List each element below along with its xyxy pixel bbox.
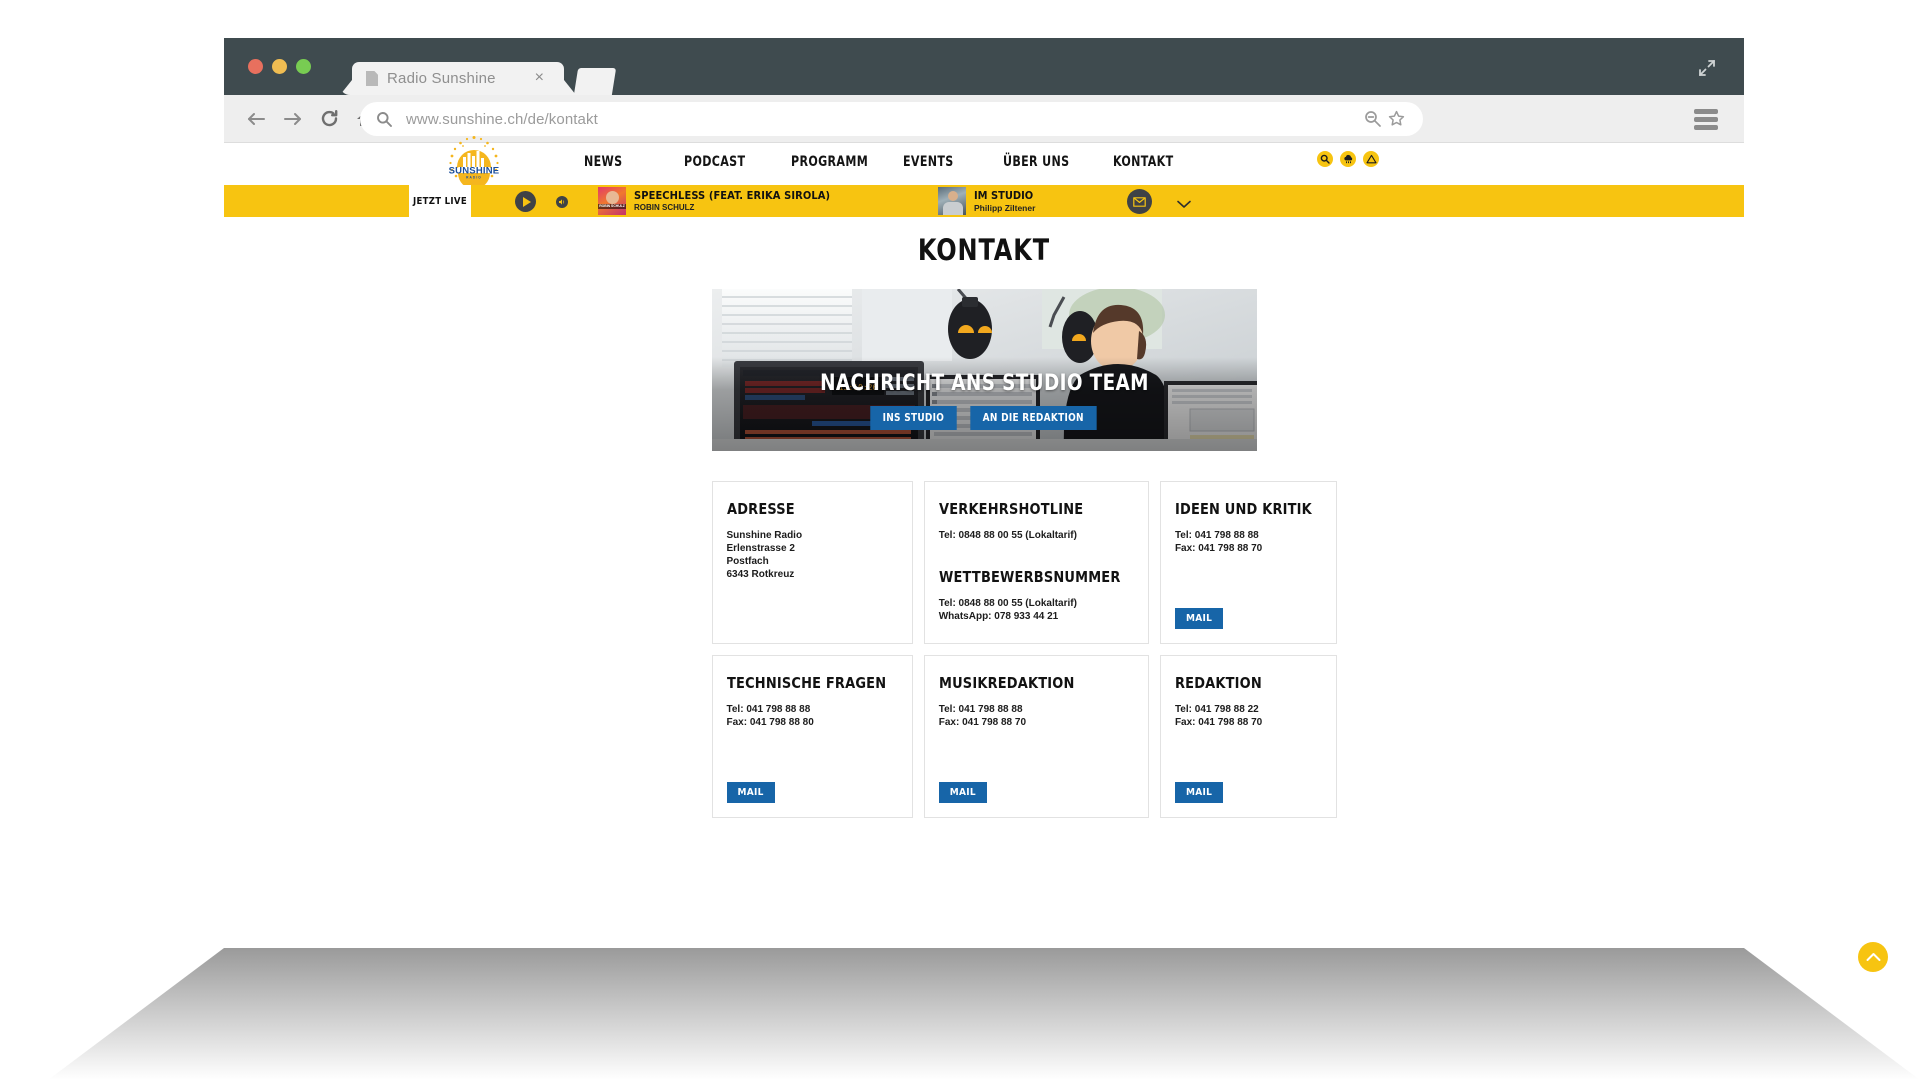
card-line: WhatsApp: 078 933 44 21 bbox=[938, 611, 1059, 622]
card-heading: TECHNISCHE FRAGEN bbox=[726, 674, 886, 692]
hamburger-menu-icon[interactable] bbox=[1694, 109, 1718, 130]
search-icon bbox=[377, 112, 392, 127]
tab-title: Radio Sunshine bbox=[387, 70, 496, 87]
search-icon[interactable] bbox=[1317, 151, 1333, 167]
nav-item-programm[interactable]: PROGRAMM bbox=[791, 154, 886, 170]
card-body: Tel: 0848 88 00 55 (Lokaltarif) bbox=[939, 529, 1134, 542]
now-playing-info: SPEECHLESS (FEAT. ERIKA SIROLA) ROBIN SC… bbox=[634, 189, 830, 212]
mail-button[interactable]: MAIL bbox=[1174, 782, 1224, 803]
mute-button[interactable] bbox=[556, 196, 568, 208]
card-line: Fax: 041 798 88 70 bbox=[1174, 717, 1263, 728]
card-body: Tel: 041 798 88 88 Fax: 041 798 88 70 bbox=[939, 703, 1134, 729]
album-cover-art: ROBIN SCHULZ bbox=[598, 187, 626, 215]
browser-window: Radio Sunshine × www.sunshine.ch/de/kont… bbox=[224, 38, 1744, 948]
jetzt-live-label: JETZT LIVE bbox=[409, 185, 471, 217]
contact-card-adresse: ADRESSE Sunshine Radio Erlenstrasse 2 Po… bbox=[711, 481, 913, 644]
mail-button[interactable]: MAIL bbox=[938, 782, 987, 803]
nav-item-news[interactable]: NEWS bbox=[584, 154, 669, 170]
nav-item-kontakt[interactable]: KONTAKT bbox=[1113, 154, 1173, 170]
card-heading-secondary: WETTBEWERBSNUMMER bbox=[938, 568, 1121, 586]
minimize-window-button[interactable] bbox=[272, 59, 287, 74]
card-line: Sunshine Radio bbox=[726, 530, 803, 541]
url-text: www.sunshine.ch/de/kontakt bbox=[406, 110, 598, 128]
track-artist: ROBIN SCHULZ bbox=[634, 203, 695, 212]
card-line: Tel: 041 798 88 88 bbox=[938, 704, 1023, 715]
weather-cloud-icon[interactable] bbox=[1340, 151, 1356, 167]
mail-button[interactable] bbox=[1127, 189, 1152, 214]
nav-item-ueber-uns[interactable]: ÜBER UNS bbox=[1003, 154, 1097, 170]
mail-button[interactable]: MAIL bbox=[726, 782, 775, 803]
mail-button[interactable]: MAIL bbox=[1174, 608, 1224, 629]
ins-studio-button[interactable]: INS STUDIO bbox=[870, 406, 957, 430]
webpage-content: SUNSHINE RADIO NEWS PODCAST PROGRAMM EVE… bbox=[224, 136, 1744, 948]
track-title: SPEECHLESS (FEAT. ERIKA SIROLA) bbox=[634, 189, 831, 202]
card-line: 6343 Rotkreuz bbox=[726, 569, 795, 580]
im-studio-label: IM STUDIO bbox=[974, 189, 1034, 202]
card-body: Sunshine Radio Erlenstrasse 2 Postfach 6… bbox=[727, 529, 898, 581]
studio-host-name: Philipp Ziltener bbox=[974, 203, 1036, 213]
screenshot-stage: Radio Sunshine × www.sunshine.ch/de/kont… bbox=[0, 0, 1920, 1080]
live-player-bar: JETZT LIVE ROBIN SCHULZ SPEECHLESS (FEAT… bbox=[224, 185, 1744, 217]
svg-text:RADIO: RADIO bbox=[466, 176, 482, 180]
card-body: Tel: 041 798 88 22 Fax: 041 798 88 70 bbox=[1175, 703, 1322, 729]
document-icon bbox=[366, 71, 378, 86]
new-tab-button[interactable] bbox=[573, 68, 617, 95]
play-button[interactable] bbox=[515, 191, 536, 212]
card-heading: ADRESSE bbox=[726, 500, 795, 518]
site-navigation: SUNSHINE RADIO NEWS PODCAST PROGRAMM EVE… bbox=[224, 136, 1744, 189]
close-window-button[interactable] bbox=[248, 59, 263, 74]
card-heading: MUSIKREDAKTION bbox=[938, 674, 1075, 692]
cover-caption: ROBIN SCHULZ bbox=[598, 204, 626, 209]
contact-cards-grid: ADRESSE Sunshine Radio Erlenstrasse 2 Po… bbox=[711, 481, 1338, 818]
browser-tab[interactable]: Radio Sunshine × bbox=[352, 62, 564, 95]
hero-buttons: INS STUDIO AN DIE REDAKTION bbox=[712, 406, 1257, 430]
card-line: Fax: 041 798 88 80 bbox=[726, 717, 814, 728]
contact-card-redaktion: REDAKTION Tel: 041 798 88 22 Fax: 041 79… bbox=[1159, 655, 1338, 818]
card-line: Tel: 0848 88 00 55 (Lokaltarif) bbox=[938, 598, 1077, 609]
contact-card-technische-fragen: TECHNISCHE FRAGEN Tel: 041 798 88 88 Fax… bbox=[711, 655, 913, 818]
card-body: Tel: 041 798 88 88 Fax: 041 798 88 70 bbox=[1175, 529, 1322, 555]
studio-info: IM STUDIO Philipp Ziltener bbox=[974, 189, 1035, 213]
card-line: Erlenstrasse 2 bbox=[726, 543, 795, 554]
nav-utility-icons bbox=[1317, 151, 1379, 167]
card-line: Tel: 0848 88 00 55 (Lokaltarif) bbox=[938, 530, 1077, 541]
window-controls[interactable] bbox=[248, 59, 311, 74]
traffic-warning-icon[interactable] bbox=[1363, 151, 1379, 167]
card-line: Fax: 041 798 88 70 bbox=[1174, 543, 1263, 554]
back-arrow-icon[interactable] bbox=[246, 110, 266, 128]
hero-banner: 15:10:26 bbox=[711, 289, 1257, 451]
card-line: Tel: 041 798 88 88 bbox=[1174, 530, 1259, 541]
forward-arrow-icon[interactable] bbox=[283, 110, 303, 128]
card-body-secondary: Tel: 0848 88 00 55 (Lokaltarif) WhatsApp… bbox=[939, 597, 1134, 623]
card-heading: IDEEN UND KRITIK bbox=[1174, 500, 1312, 518]
nav-links: NEWS PODCAST PROGRAMM EVENTS ÜBER UNS KO… bbox=[584, 154, 1173, 170]
card-body: Tel: 041 798 88 88 Fax: 041 798 88 80 bbox=[727, 703, 898, 729]
nav-item-podcast[interactable]: PODCAST bbox=[684, 154, 775, 170]
scroll-to-top-button[interactable] bbox=[1858, 942, 1888, 972]
expand-fullscreen-icon[interactable] bbox=[1698, 59, 1716, 77]
contact-card-ideen-und-kritik: IDEEN UND KRITIK Tel: 041 798 88 88 Fax:… bbox=[1159, 481, 1338, 644]
chevron-down-button[interactable] bbox=[1177, 196, 1191, 214]
contact-card-verkehrshotline: VERKEHRSHOTLINE Tel: 0848 88 00 55 (Loka… bbox=[923, 481, 1149, 644]
reload-icon[interactable] bbox=[320, 109, 339, 128]
hero-title: NACHRICHT ANS STUDIO TEAM bbox=[819, 371, 1149, 396]
card-heading: VERKEHRSHOTLINE bbox=[938, 500, 1084, 518]
page-title: KONTAKT bbox=[917, 233, 1051, 267]
perspective-base bbox=[0, 948, 1920, 1080]
card-heading: REDAKTION bbox=[1174, 674, 1262, 692]
card-line: Postfach bbox=[726, 556, 769, 567]
zoom-out-icon[interactable] bbox=[1364, 110, 1381, 127]
close-tab-icon[interactable]: × bbox=[535, 70, 544, 86]
maximize-window-button[interactable] bbox=[296, 59, 311, 74]
contact-card-musikredaktion: MUSIKREDAKTION Tel: 041 798 88 88 Fax: 0… bbox=[923, 655, 1149, 818]
studio-host-photo bbox=[938, 187, 966, 215]
an-die-redaktion-button[interactable]: AN DIE REDAKTION bbox=[970, 406, 1097, 430]
star-icon[interactable] bbox=[1388, 110, 1405, 127]
card-line: Fax: 041 798 88 70 bbox=[938, 717, 1027, 728]
address-bar[interactable]: www.sunshine.ch/de/kontakt bbox=[360, 102, 1423, 136]
nav-item-events[interactable]: EVENTS bbox=[903, 154, 988, 170]
browser-titlebar: Radio Sunshine × bbox=[224, 38, 1744, 95]
card-line: Tel: 041 798 88 88 bbox=[726, 704, 811, 715]
card-line: Tel: 041 798 88 22 bbox=[1174, 704, 1259, 715]
